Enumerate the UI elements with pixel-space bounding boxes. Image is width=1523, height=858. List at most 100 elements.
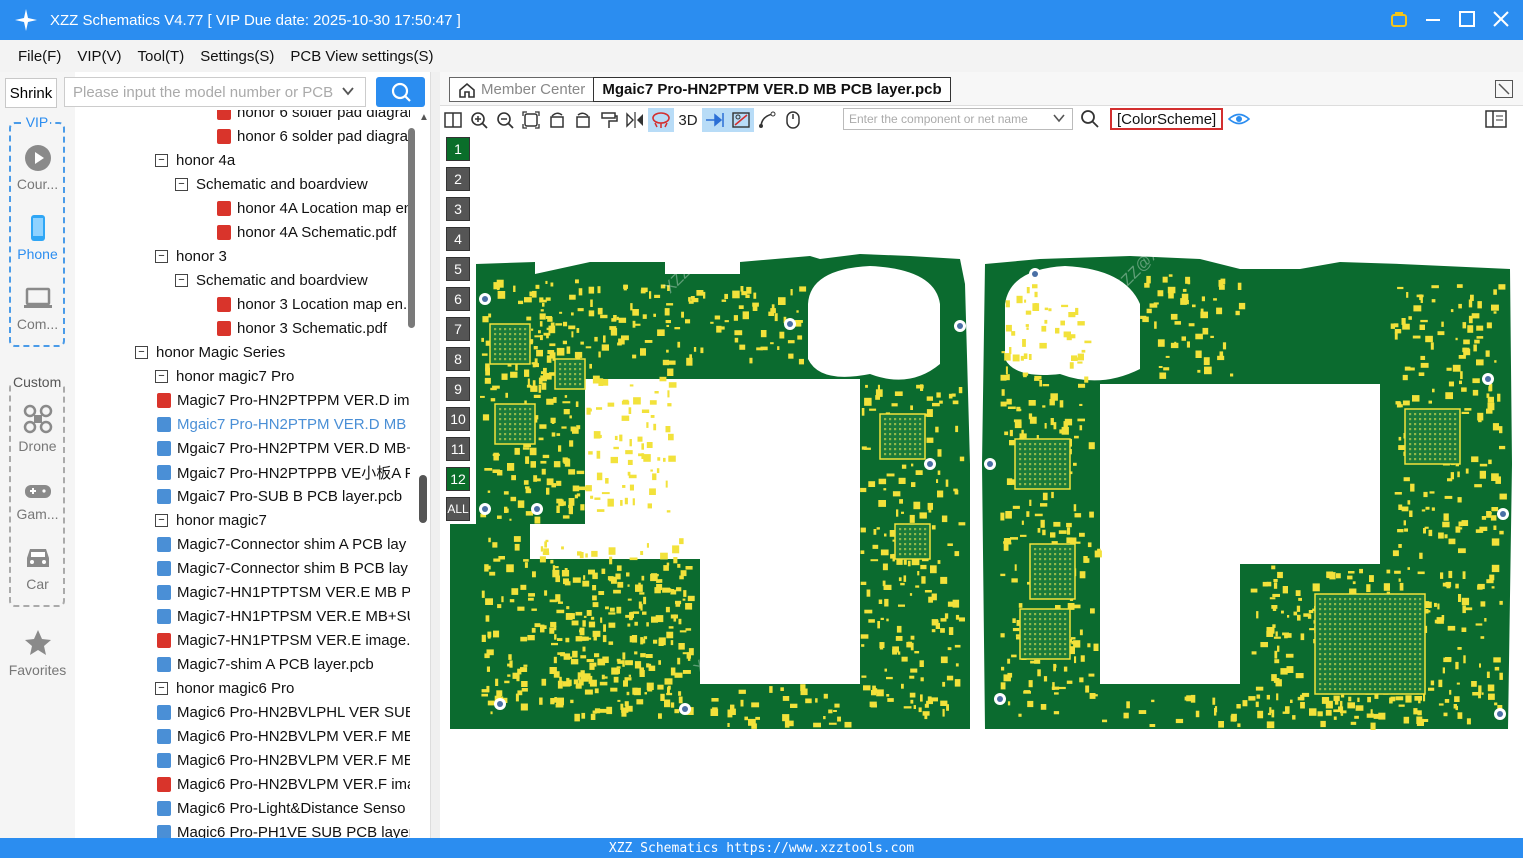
model-search-input[interactable]: Please input the model number or PCB: [64, 77, 366, 107]
pad: [911, 482, 916, 487]
collapse-icon[interactable]: −: [155, 513, 168, 527]
menu-file[interactable]: File(F): [18, 48, 61, 65]
pad: [629, 635, 633, 643]
mirror-icon[interactable]: [622, 108, 648, 132]
bga-ball: [1434, 413, 1437, 416]
maximize-button[interactable]: [1457, 8, 1477, 30]
paint-icon[interactable]: [596, 108, 622, 132]
collapse-icon[interactable]: −: [155, 681, 168, 695]
tree-file[interactable]: Magic6 Pro-Light&Distance Senso: [157, 796, 405, 820]
tree-file[interactable]: Magic7-HN1PTPTSM VER.E MB PCB: [157, 580, 410, 604]
tree-file[interactable]: Magic6 Pro-HN2BVLPM VER.F ima: [157, 772, 410, 796]
tree-file[interactable]: Magic6 Pro-HN2BVLPM VER.F MB-: [157, 748, 410, 772]
menu-vip[interactable]: VIP(V): [77, 48, 121, 65]
component-search-icon[interactable]: [1080, 109, 1100, 134]
pad: [1075, 307, 1079, 315]
nav-computer[interactable]: Com...: [0, 284, 75, 332]
scroll-up-icon[interactable]: ▲: [419, 112, 429, 123]
zoom-in-icon[interactable]: [466, 108, 492, 132]
nav-car[interactable]: Car: [0, 544, 75, 592]
tree-file[interactable]: Magic6 Pro-HN2BVLPM VER.F MB: [157, 724, 410, 748]
tree-file[interactable]: Magic7-HN1PTPSM VER.E MB+SU: [157, 604, 410, 628]
nav-courses[interactable]: Cour...: [0, 144, 75, 192]
vip-bag-icon[interactable]: [1389, 8, 1409, 30]
split-view-icon[interactable]: [440, 108, 466, 132]
collapse-icon[interactable]: −: [175, 177, 188, 191]
nav-phone[interactable]: Phone: [0, 214, 75, 262]
tab-active-file[interactable]: Mgaic7 Pro-HN2PTPM VER.D MB PCB layer.pc…: [593, 77, 951, 102]
tree-scrollbar-thumb[interactable]: [408, 128, 415, 328]
tree-file[interactable]: Magic7-Connector shim A PCB lay: [157, 532, 406, 556]
pcb-board-view[interactable]: XZZ@XZZHK XZZ@XZZHKXZZ@XZZHK XZZ@XZZHK: [440, 134, 1523, 838]
net-highlight-icon[interactable]: [702, 108, 728, 132]
color-scheme-button[interactable]: [ColorScheme]: [1110, 108, 1224, 130]
zoom-out-icon[interactable]: [492, 108, 518, 132]
tree-file[interactable]: Mgaic7 Pro-SUB B PCB layer.pcb: [157, 484, 402, 508]
shrink-button[interactable]: Shrink: [5, 78, 57, 108]
tree-folder[interactable]: − honor 4a: [155, 148, 235, 172]
bga-ball: [1409, 668, 1412, 671]
tree-file[interactable]: Magic7 Pro-HN2PTPPM VER.D ima: [157, 388, 410, 412]
component-search-input[interactable]: Enter the component or net name: [843, 108, 1073, 130]
collapse-icon[interactable]: −: [155, 153, 168, 167]
close-button[interactable]: [1491, 8, 1511, 30]
flip-board-icon[interactable]: [648, 108, 674, 132]
tree-folder[interactable]: − honor Magic Series: [135, 340, 285, 364]
pad: [608, 641, 614, 645]
tree-folder[interactable]: − honor 3: [155, 244, 227, 268]
tab-member-center[interactable]: Member Center: [449, 77, 595, 102]
menu-tool[interactable]: Tool(T): [138, 48, 185, 65]
tree-file[interactable]: Mgaic7 Pro-HN2PTPM VER.D MB I: [157, 412, 410, 436]
collapse-icon[interactable]: −: [135, 345, 148, 359]
nav-drone[interactable]: Drone: [0, 404, 75, 454]
tree-file[interactable]: Magic7-shim A PCB layer.pcb: [157, 652, 374, 676]
tree-file[interactable]: Mgaic7 Pro-HN2PTPM VER.D MB+: [157, 436, 410, 460]
collapse-icon[interactable]: −: [155, 369, 168, 383]
fit-view-icon[interactable]: [518, 108, 544, 132]
tree-file[interactable]: Magic6 Pro-HN2BVLPHL VER SUB: [157, 700, 410, 724]
pad: [1491, 507, 1499, 512]
trace-icon[interactable]: [754, 108, 780, 132]
tree-file[interactable]: honor 6 solder pad diagram_BC: [217, 110, 410, 124]
mouse-icon[interactable]: [780, 108, 806, 132]
tree-file[interactable]: Magic6 Pro-PH1VE SUB PCB layer.: [157, 820, 410, 838]
tree-file[interactable]: Magic7-Connector shim B PCB lay: [157, 556, 408, 580]
close-tab-icon[interactable]: [1495, 80, 1513, 98]
tree-file[interactable]: Mgaic7 Pro-HN2PTPPB VE小板A P: [157, 460, 410, 484]
collapse-icon[interactable]: −: [155, 249, 168, 263]
tree-file[interactable]: honor 6 solder pad diagram_TC: [217, 124, 410, 148]
pad: [516, 674, 520, 682]
collapse-icon[interactable]: −: [175, 273, 188, 287]
tree-folder[interactable]: − honor magic7 Pro: [155, 364, 294, 388]
tree-file[interactable]: honor 4A Schematic.pdf: [217, 220, 396, 244]
tree-scrollbar[interactable]: ▲: [407, 110, 429, 838]
pcb-view-icon[interactable]: [728, 108, 754, 132]
panel-splitter[interactable]: [430, 72, 440, 838]
rotate-right-icon[interactable]: [570, 108, 596, 132]
minimize-button[interactable]: [1423, 8, 1443, 30]
chevron-down-icon[interactable]: [1052, 111, 1066, 128]
bga-ball: [1394, 663, 1397, 666]
pcb-canvas[interactable]: 1 2 3 4 5 6 7 8 9 10 11 12 ALL XZZ@XZZHK XZZ@XZZHK XZZ…: [440, 134, 1523, 838]
tree-file[interactable]: honor 3 Schematic.pdf: [217, 316, 387, 340]
tree-folder[interactable]: − Schematic and boardview: [175, 172, 368, 196]
tree-file[interactable]: honor 3 Location map en.pdf: [217, 292, 410, 316]
bga-ball: [1029, 648, 1032, 651]
tree-folder[interactable]: − honor magic7: [155, 508, 267, 532]
search-button[interactable]: [376, 77, 425, 107]
tree-hscroll-thumb[interactable]: [419, 475, 427, 523]
3d-view-button[interactable]: 3D: [674, 108, 702, 132]
side-panel-icon[interactable]: [1485, 110, 1507, 133]
rotate-left-icon[interactable]: [544, 108, 570, 132]
tree-folder[interactable]: − honor magic6 Pro: [155, 676, 294, 700]
tree-file[interactable]: Magic7-HN1PTPSM VER.E image.p: [157, 628, 410, 652]
tree-folder[interactable]: − Schematic and boardview: [175, 268, 368, 292]
chevron-down-icon[interactable]: [341, 84, 355, 102]
nav-game[interactable]: Gam...: [0, 480, 75, 522]
bga-ball: [519, 408, 522, 411]
tree-file[interactable]: honor 4A Location map en.pdf: [217, 196, 410, 220]
menu-pcb-view-settings[interactable]: PCB View settings(S): [290, 48, 433, 65]
eye-icon[interactable]: [1227, 110, 1251, 133]
menu-settings[interactable]: Settings(S): [200, 48, 274, 65]
nav-favorites[interactable]: Favorites: [0, 628, 75, 678]
